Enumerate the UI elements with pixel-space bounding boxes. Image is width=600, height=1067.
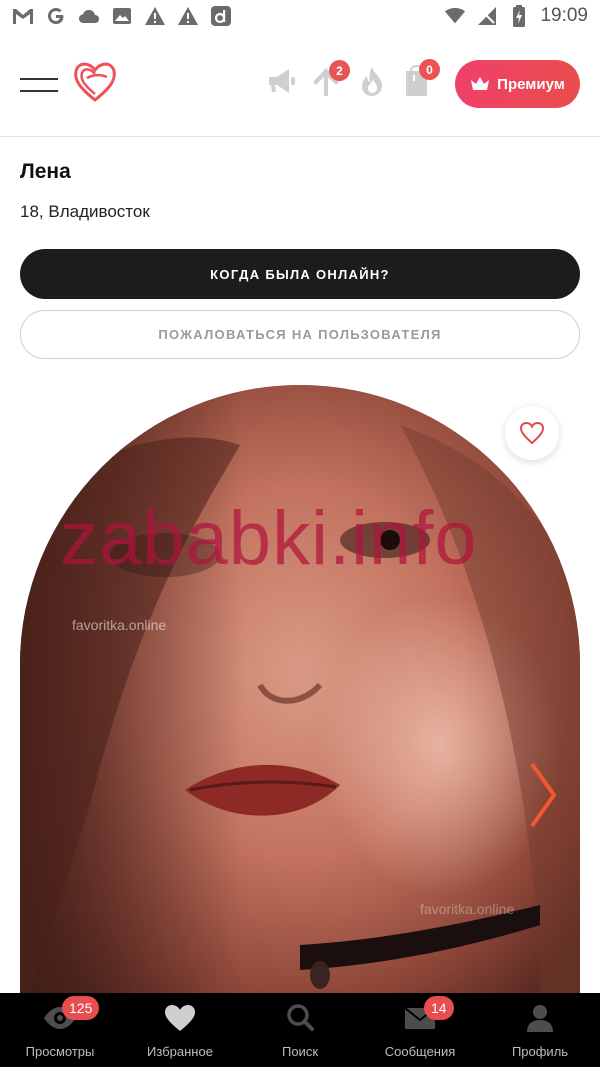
status-bar: 19:09 bbox=[0, 0, 600, 34]
add-to-favorites-button[interactable] bbox=[505, 406, 559, 460]
watermark-small-1: favoritka.online bbox=[72, 617, 167, 633]
nav-label: Просмотры bbox=[25, 1044, 95, 1059]
wifi-icon bbox=[444, 5, 466, 27]
nav-profile[interactable]: Профиль bbox=[480, 993, 600, 1067]
nav-label: Избранное bbox=[147, 1044, 213, 1059]
menu-icon bbox=[20, 78, 58, 80]
views-badge: 125 bbox=[62, 996, 100, 1020]
cloud-icon bbox=[78, 5, 100, 27]
watermark-main: zababki.info bbox=[60, 496, 478, 581]
report-user-button[interactable]: ПОЖАЛОВАТЬСЯ НА ПОЛЬЗОВАТЕЛЯ bbox=[20, 310, 580, 359]
nav-search[interactable]: Поиск bbox=[240, 993, 360, 1067]
megaphone-icon[interactable] bbox=[265, 64, 299, 98]
heart-outline-icon bbox=[519, 421, 545, 445]
bottom-navigation: 125 Просмотры Избранное Поиск 14 Сообщен… bbox=[0, 993, 600, 1067]
battery-charging-icon bbox=[508, 5, 530, 27]
fire-icon[interactable] bbox=[355, 64, 389, 98]
profile-photo[interactable]: zababki.info favoritka.online favoritka.… bbox=[20, 385, 580, 1025]
crown-icon bbox=[471, 77, 490, 90]
warning-icon bbox=[144, 5, 166, 27]
premium-button[interactable]: Премиум bbox=[455, 60, 580, 108]
shop-bag-icon[interactable]: 0 bbox=[400, 59, 440, 98]
heart-icon bbox=[165, 1005, 195, 1031]
messages-badge: 14 bbox=[424, 996, 454, 1020]
app-header: 2 0 Премиум bbox=[0, 34, 600, 137]
nav-label: Сообщения bbox=[384, 1044, 456, 1059]
google-icon bbox=[45, 5, 67, 27]
boost-arrow-icon[interactable]: 2 bbox=[309, 60, 350, 98]
nav-label: Профиль bbox=[511, 1044, 569, 1059]
status-time: 19:09 bbox=[540, 5, 588, 26]
image-icon bbox=[111, 5, 133, 27]
portrait-image bbox=[20, 385, 580, 1025]
user-icon bbox=[527, 1005, 553, 1032]
app-d-icon bbox=[210, 5, 232, 27]
boost-badge: 2 bbox=[329, 60, 350, 81]
gmail-icon bbox=[12, 5, 34, 27]
nav-views[interactable]: 125 Просмотры bbox=[0, 993, 120, 1067]
nav-messages[interactable]: 14 Сообщения bbox=[360, 993, 480, 1067]
profile-name: Лена bbox=[20, 160, 71, 183]
last-online-button[interactable]: КОГДА БЫЛА ОНЛАЙН? bbox=[20, 249, 580, 299]
nav-favorites[interactable]: Избранное bbox=[120, 993, 240, 1067]
watermark-small-2: favoritka.online bbox=[420, 901, 515, 917]
chevron-right-icon bbox=[530, 762, 557, 828]
search-icon bbox=[287, 1004, 314, 1031]
profile-age-city: 18, Владивосток bbox=[20, 202, 150, 221]
premium-label: Премиум bbox=[497, 75, 565, 93]
warning-icon bbox=[177, 5, 199, 27]
menu-button[interactable] bbox=[20, 74, 58, 92]
nav-label: Поиск bbox=[281, 1044, 319, 1059]
app-logo[interactable] bbox=[70, 56, 120, 106]
shop-badge: 0 bbox=[419, 59, 440, 80]
no-sim-icon bbox=[476, 5, 498, 27]
next-photo-button[interactable] bbox=[528, 760, 558, 830]
